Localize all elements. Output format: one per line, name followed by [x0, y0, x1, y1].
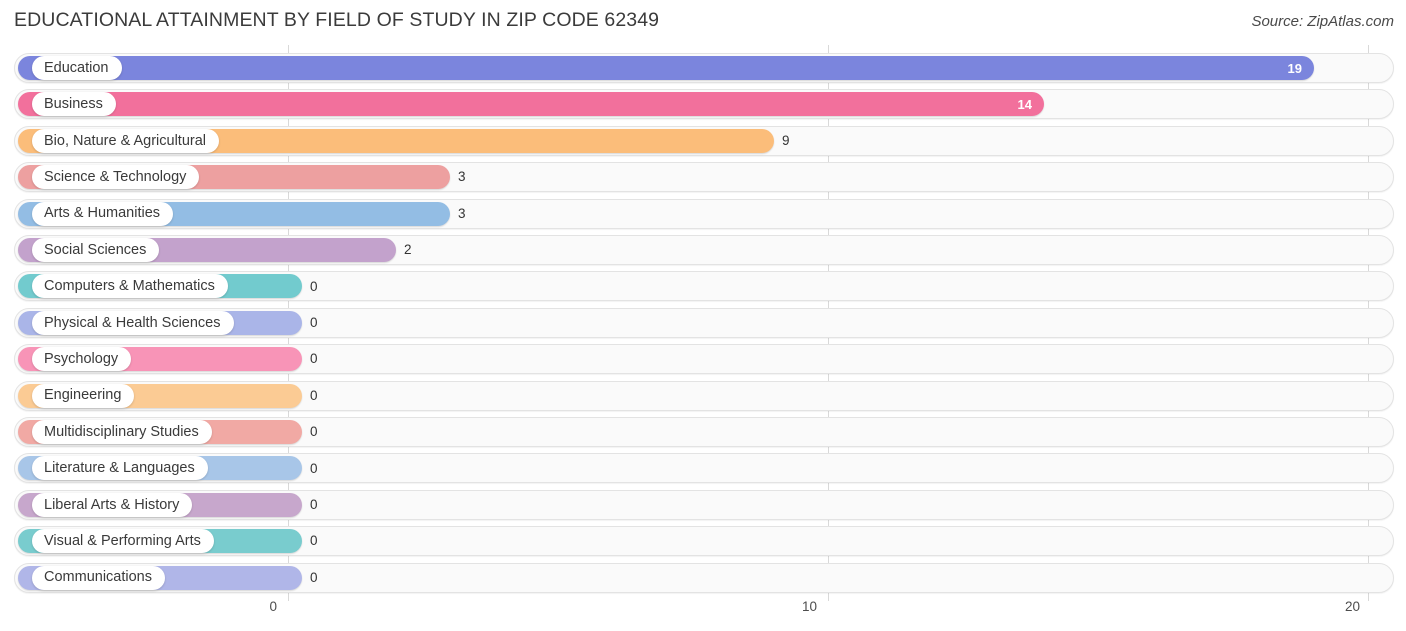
category-label: Bio, Nature & Agricultural	[44, 132, 206, 149]
bar-row[interactable]: Social Sciences 2	[0, 235, 1406, 265]
bar-value-label: 0	[310, 424, 318, 440]
bar-value-label: 19	[1287, 60, 1302, 76]
category-label-pill: Communications	[32, 565, 165, 590]
bar-row[interactable]: Engineering 0	[0, 380, 1406, 411]
bar-value-label: 0	[310, 315, 318, 331]
category-label-pill: Arts & Humanities	[32, 201, 174, 226]
category-label: Communications	[44, 569, 152, 586]
bar-value-label: 0	[310, 351, 318, 367]
x-axis-tick-label: 20	[1344, 599, 1360, 614]
bar-value-label: 0	[310, 533, 318, 549]
bar-row[interactable]: Business 14	[0, 89, 1406, 120]
category-label-pill: Social Sciences	[32, 238, 160, 262]
bar-value-label: 0	[310, 569, 318, 585]
chart-source-attribution: Source: ZipAtlas.com	[1251, 13, 1394, 30]
bar-value-label: 0	[310, 497, 318, 513]
category-label-pill: Multidisciplinary Studies	[32, 420, 212, 444]
bar-row[interactable]: Liberal Arts & History 0	[0, 489, 1406, 520]
category-label: Business	[44, 96, 103, 113]
category-label: Visual & Performing Arts	[44, 532, 201, 549]
category-label-pill: Computers & Mathematics	[32, 274, 228, 299]
bar-value-label: 9	[782, 133, 790, 149]
category-label: Physical & Health Sciences	[44, 314, 221, 331]
bar-value-label: 2	[404, 242, 412, 258]
category-label: Psychology	[44, 350, 119, 367]
bar-value-label: 3	[458, 205, 466, 221]
bar-row[interactable]: Visual & Performing Arts 0	[0, 526, 1406, 557]
category-label-pill: Liberal Arts & History	[32, 492, 193, 517]
category-label-pill: Bio, Nature & Agricultural	[32, 128, 219, 153]
bar-value-label: 0	[310, 278, 318, 294]
bar-row[interactable]: Computers & Mathematics 0	[0, 271, 1406, 302]
category-label-pill: Education	[32, 56, 122, 80]
category-label: Education	[44, 59, 109, 76]
category-label-pill: Visual & Performing Arts	[32, 529, 214, 554]
bar-row[interactable]: Arts & Humanities 3	[0, 198, 1406, 229]
bar-value-label: 14	[1017, 96, 1032, 112]
category-label: Social Sciences	[44, 241, 147, 258]
category-label-pill: Literature & Languages	[32, 456, 208, 481]
chart-container: EDUCATIONAL ATTAINMENT BY FIELD OF STUDY…	[0, 0, 1406, 631]
category-label-pill: Business	[32, 92, 116, 117]
category-label: Arts & Humanities	[44, 205, 161, 222]
bar-row[interactable]: Multidisciplinary Studies 0	[0, 417, 1406, 447]
chart-title: EDUCATIONAL ATTAINMENT BY FIELD OF STUDY…	[14, 9, 660, 31]
bar-row[interactable]: Education 19	[0, 53, 1406, 83]
bar-row[interactable]: Bio, Nature & Agricultural 9	[0, 125, 1406, 156]
category-label-pill: Physical & Health Sciences	[32, 310, 234, 335]
category-label: Liberal Arts & History	[44, 496, 180, 513]
bar[interactable]	[18, 56, 1314, 80]
bar-row[interactable]: Science & Technology 3	[0, 162, 1406, 193]
bar-row[interactable]: Psychology 0	[0, 344, 1406, 375]
category-label: Computers & Mathematics	[44, 278, 215, 295]
bar-row[interactable]: Physical & Health Sciences 0	[0, 307, 1406, 338]
category-label: Multidisciplinary Studies	[44, 423, 199, 440]
x-axis-tick-label: 0	[269, 599, 277, 614]
bar-value-label: 0	[310, 387, 318, 403]
category-label: Science & Technology	[44, 168, 187, 185]
plot-area: Education 19 Business 14 Bio, Nature & Agric…	[0, 45, 1406, 601]
category-label-pill: Engineering	[32, 383, 135, 408]
bar[interactable]	[18, 92, 1044, 117]
category-label-pill: Psychology	[32, 347, 132, 372]
x-axis-tick-label: 10	[801, 599, 817, 614]
bar-value-label: 0	[310, 460, 318, 476]
bar-value-label: 3	[458, 169, 466, 185]
bar-row[interactable]: Communications 0	[0, 562, 1406, 593]
category-label: Engineering	[44, 387, 122, 404]
bar-row[interactable]: Literature & Languages 0	[0, 453, 1406, 484]
category-label: Literature & Languages	[44, 460, 195, 477]
category-label-pill: Science & Technology	[32, 165, 200, 190]
